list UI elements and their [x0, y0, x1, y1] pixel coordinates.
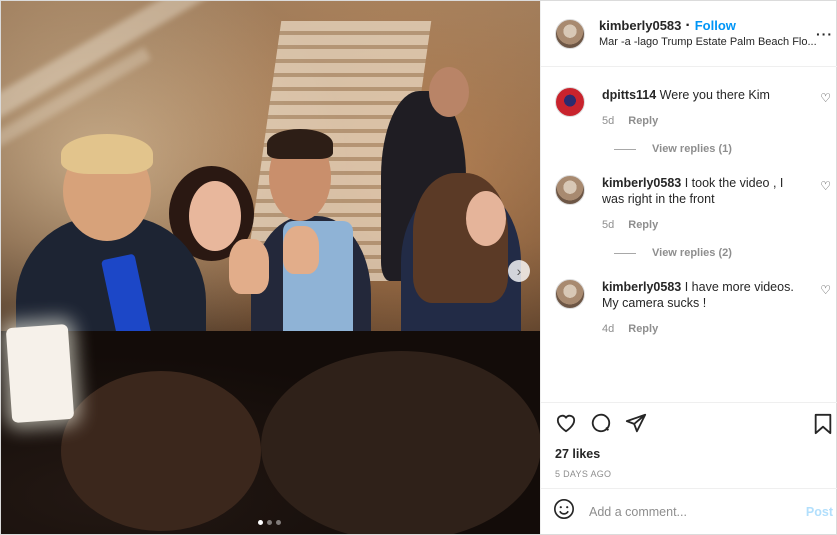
reply-button[interactable]: Reply [628, 219, 658, 231]
comment-username[interactable]: kimberly0583 [602, 176, 681, 190]
comment-text: Were you there Kim [659, 88, 770, 102]
dot-separator: · [685, 16, 691, 34]
comment-body: kimberly0583 I have more videos. My came… [602, 279, 802, 337]
person-hair [267, 129, 333, 159]
location-link[interactable]: Mar -a -lago Trump Estate Palm Beach Flo… [599, 34, 831, 50]
person-head [429, 67, 469, 117]
header-text: kimberly0583 · Follow Mar -a -lago Trump E… [599, 16, 831, 50]
reply-button[interactable]: Reply [628, 115, 658, 127]
view-replies-label: View replies (1) [652, 143, 732, 155]
more-options-icon[interactable]: ··· [816, 26, 833, 42]
comment: dpitts114 Were you there Kim 5d Reply ♡ [555, 87, 831, 129]
smiley-icon[interactable] [553, 498, 575, 526]
likes-count[interactable]: 27 likes [555, 447, 831, 461]
comment-body: dpitts114 Were you there Kim 5d Reply [602, 87, 802, 129]
comment-bubble-icon[interactable] [590, 412, 612, 438]
divider [614, 252, 636, 254]
follow-button[interactable]: Follow [695, 18, 736, 33]
comment-age: 5d [602, 115, 615, 127]
action-icons [555, 413, 831, 437]
person-face [189, 181, 241, 251]
crowd-foreground [1, 331, 540, 534]
post-header: kimberly0583 · Follow Mar -a -lago Trump E… [541, 1, 837, 67]
comment-body: kimberly0583 I took the video , I was ri… [602, 175, 802, 233]
post-time: 5 DAYS AGO [555, 469, 612, 479]
light-beam [1, 1, 210, 127]
bookmark-icon[interactable] [813, 413, 833, 440]
carousel-dot [258, 520, 263, 525]
avatar[interactable] [555, 175, 585, 205]
comments-list: dpitts114 Were you there Kim 5d Reply ♡ V… [541, 67, 837, 402]
comment-meta: 5d Reply [602, 113, 802, 129]
heart-icon[interactable]: ♡ [820, 283, 831, 297]
comment-input[interactable] [587, 503, 806, 520]
heart-icon[interactable]: ♡ [820, 91, 831, 105]
paper-plane-icon[interactable] [625, 412, 647, 438]
divider [614, 148, 636, 150]
raised-hand [283, 226, 319, 274]
avatar[interactable] [555, 18, 585, 49]
author-username[interactable]: kimberly0583 [599, 18, 681, 33]
view-replies-button[interactable]: View replies (1) [614, 143, 831, 155]
add-comment-bar: Post [541, 488, 837, 534]
post-dialog: › kimberly0583 · Follow Mar -a -lago Trump… [0, 0, 837, 535]
view-replies-label: View replies (2) [652, 247, 732, 259]
person-face [466, 191, 506, 246]
chevron-right-icon[interactable]: › [508, 260, 530, 282]
raised-hand [229, 239, 269, 294]
comment-username[interactable]: kimberly0583 [602, 280, 681, 294]
carousel-dot [276, 520, 281, 525]
comment-meta: 4d Reply [602, 321, 802, 337]
comment-username[interactable]: dpitts114 [602, 88, 656, 102]
comment-age: 5d [602, 219, 615, 231]
phone-screen [5, 323, 75, 424]
avatar[interactable] [555, 279, 585, 309]
view-replies-button[interactable]: View replies (2) [614, 247, 831, 259]
carousel-dots [258, 520, 281, 525]
comment: kimberly0583 I took the video , I was ri… [555, 175, 831, 233]
comment-meta: 5d Reply [602, 217, 802, 233]
person-hair [61, 134, 153, 174]
post-button[interactable]: Post [806, 505, 833, 519]
post-sidebar: kimberly0583 · Follow Mar -a -lago Trump E… [540, 1, 837, 534]
reply-button[interactable]: Reply [628, 323, 658, 335]
comment-age: 4d [602, 323, 615, 335]
post-actions: 27 likes 5 DAYS AGO [541, 402, 837, 488]
carousel-dot [267, 520, 272, 525]
post-photo[interactable]: › [1, 1, 540, 534]
heart-icon[interactable]: ♡ [820, 179, 831, 193]
avatar[interactable] [555, 87, 585, 117]
comment: kimberly0583 I have more videos. My came… [555, 279, 831, 337]
heart-icon[interactable] [555, 413, 577, 437]
